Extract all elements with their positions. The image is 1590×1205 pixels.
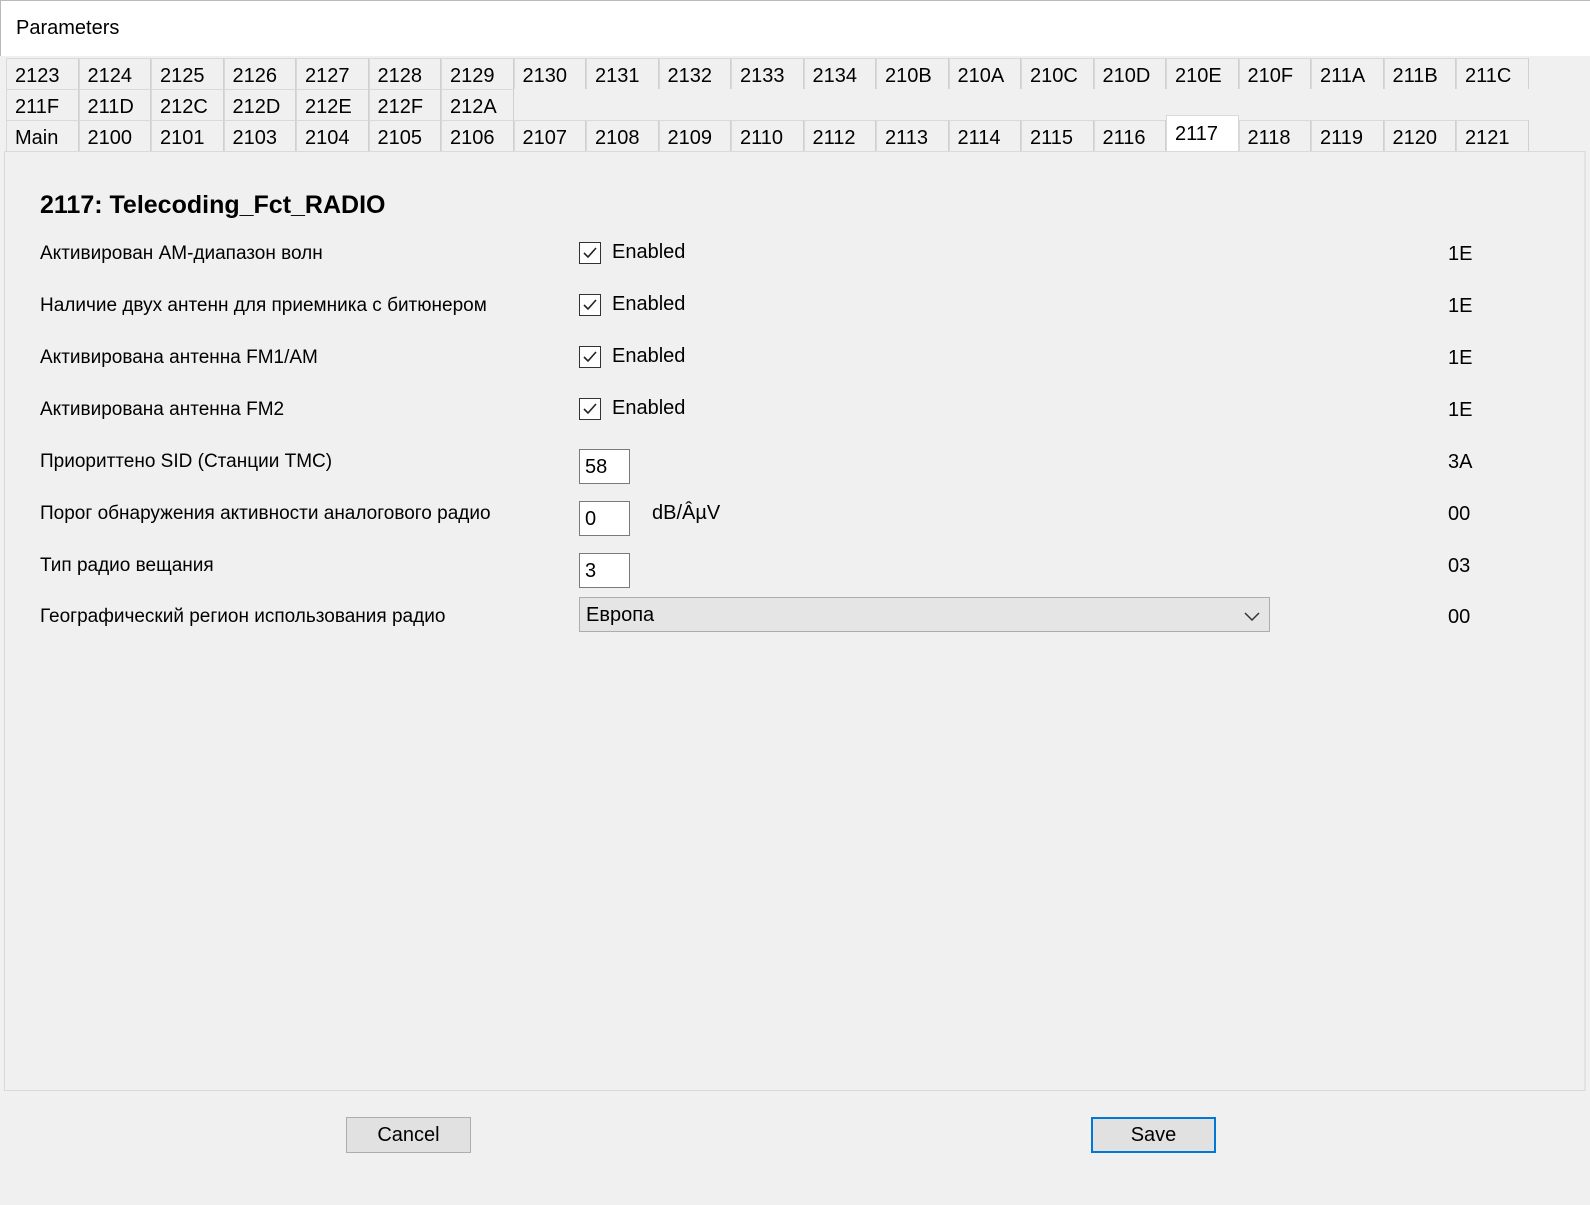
region-selected-value: Европа — [586, 604, 655, 626]
tab-2117[interactable]: 2117 — [1166, 115, 1239, 151]
tab-2109[interactable]: 2109 — [658, 120, 731, 151]
tab-2120[interactable]: 2120 — [1383, 120, 1456, 151]
broadcast-type-label: Тип радио вещания — [40, 555, 214, 576]
tab-2121[interactable]: 2121 — [1456, 120, 1529, 151]
check-icon — [583, 299, 597, 311]
tab-2119[interactable]: 2119 — [1311, 120, 1384, 151]
tab-211a[interactable]: 211A — [1311, 58, 1384, 89]
region-label: Географический регион использования ради… — [40, 606, 446, 627]
tab-main[interactable]: Main — [6, 120, 79, 151]
title-bar: Parameters — [0, 0, 1590, 56]
fm1-am-antenna-code: 1E — [1448, 347, 1473, 369]
tab-row-2: 211F 211D 212C 212D 212E 212F 212A — [6, 89, 514, 120]
tab-2103[interactable]: 2103 — [223, 120, 296, 151]
tab-2108[interactable]: 2108 — [586, 120, 659, 151]
analog-threshold-code: 00 — [1448, 503, 1471, 525]
tab-2100[interactable]: 2100 — [78, 120, 151, 151]
priority-sid-input[interactable]: 58 — [579, 449, 630, 484]
window-title: Parameters — [16, 17, 120, 39]
tab-212f[interactable]: 212F — [368, 89, 441, 120]
check-icon — [583, 351, 597, 363]
analog-threshold-label: Порог обнаружения активности аналогового… — [40, 503, 491, 524]
dual-antenna-checkbox[interactable] — [579, 294, 601, 316]
save-button[interactable]: Save — [1091, 1117, 1216, 1153]
am-band-value: Enabled — [612, 241, 686, 263]
tab-210e[interactable]: 210E — [1166, 58, 1239, 89]
am-band-checkbox[interactable] — [579, 242, 601, 264]
fm2-antenna-checkbox[interactable] — [579, 398, 601, 420]
tab-212c[interactable]: 212C — [151, 89, 224, 120]
am-band-code: 1E — [1448, 243, 1473, 265]
tab-212e[interactable]: 212E — [296, 89, 369, 120]
dual-antenna-code: 1E — [1448, 295, 1473, 317]
tab-2101[interactable]: 2101 — [151, 120, 224, 151]
tab-2124[interactable]: 2124 — [78, 58, 151, 89]
fm2-antenna-label: Активирована антенна FM2 — [40, 399, 285, 420]
priority-sid-code: 3A — [1448, 451, 1473, 473]
tab-row-3: Main 2100 2101 2103 2104 2105 2106 2107 2108 2109… — [6, 115, 1529, 151]
tab-2123[interactable]: 2123 — [6, 58, 79, 89]
tab-211c[interactable]: 211C — [1456, 58, 1529, 89]
tab-212d[interactable]: 212D — [223, 89, 296, 120]
analog-threshold-input[interactable]: 0 — [579, 501, 630, 536]
fm1-am-antenna-checkbox[interactable] — [579, 346, 601, 368]
tab-212a[interactable]: 212A — [441, 89, 514, 120]
tab-2113[interactable]: 2113 — [876, 120, 949, 151]
tab-2125[interactable]: 2125 — [151, 58, 224, 89]
am-band-label: Активирован AM-диапазон волн — [40, 243, 323, 264]
region-dropdown[interactable]: Европа — [579, 597, 1270, 632]
fm2-antenna-code: 1E — [1448, 399, 1473, 421]
tab-2116[interactable]: 2116 — [1093, 120, 1166, 151]
tab-2130[interactable]: 2130 — [513, 58, 586, 89]
check-icon — [583, 403, 597, 415]
tab-2128[interactable]: 2128 — [368, 58, 441, 89]
check-icon — [583, 247, 597, 259]
broadcast-type-input[interactable]: 3 — [579, 553, 630, 588]
tab-2112[interactable]: 2112 — [803, 120, 876, 151]
tab-2110[interactable]: 2110 — [731, 120, 804, 151]
fm1-am-antenna-label: Активирована антенна FM1/AM — [40, 347, 318, 368]
tab-2118[interactable]: 2118 — [1238, 120, 1311, 151]
tab-211b[interactable]: 211B — [1383, 58, 1456, 89]
page-title: 2117: Telecoding_Fct_RADIO — [40, 191, 386, 219]
tab-211d[interactable]: 211D — [78, 89, 151, 120]
tab-row-1: 2123 2124 2125 2126 2127 2128 2129 2130 2131 2132… — [6, 58, 1529, 89]
tab-2106[interactable]: 2106 — [441, 120, 514, 151]
cancel-button[interactable]: Cancel — [346, 1117, 471, 1153]
analog-threshold-unit: dB/ÂµV — [652, 502, 721, 524]
tab-210f[interactable]: 210F — [1238, 58, 1311, 89]
tab-2132[interactable]: 2132 — [658, 58, 731, 89]
tab-2129[interactable]: 2129 — [441, 58, 514, 89]
tab-210b[interactable]: 210B — [876, 58, 949, 89]
tab-2131[interactable]: 2131 — [586, 58, 659, 89]
tab-2115[interactable]: 2115 — [1021, 120, 1094, 151]
tab-210c[interactable]: 210C — [1021, 58, 1094, 89]
tab-2133[interactable]: 2133 — [731, 58, 804, 89]
dual-antenna-value: Enabled — [612, 293, 686, 315]
tab-210d[interactable]: 210D — [1093, 58, 1166, 89]
tab-2134[interactable]: 2134 — [803, 58, 876, 89]
chevron-down-icon — [1243, 606, 1261, 629]
tab-2126[interactable]: 2126 — [223, 58, 296, 89]
dual-antenna-label: Наличие двух антенн для приемника с битю… — [40, 295, 487, 316]
tab-211f[interactable]: 211F — [6, 89, 79, 120]
priority-sid-label: Приориттено SID (Станции TMC) — [40, 451, 333, 472]
tab-2105[interactable]: 2105 — [368, 120, 441, 151]
tab-2127[interactable]: 2127 — [296, 58, 369, 89]
tab-2114[interactable]: 2114 — [948, 120, 1021, 151]
broadcast-type-code: 03 — [1448, 555, 1471, 577]
region-code: 00 — [1448, 606, 1471, 628]
tab-210a[interactable]: 210A — [948, 58, 1021, 89]
tab-2107[interactable]: 2107 — [513, 120, 586, 151]
tab-2104[interactable]: 2104 — [296, 120, 369, 151]
fm1-am-antenna-value: Enabled — [612, 345, 686, 367]
fm2-antenna-value: Enabled — [612, 397, 686, 419]
